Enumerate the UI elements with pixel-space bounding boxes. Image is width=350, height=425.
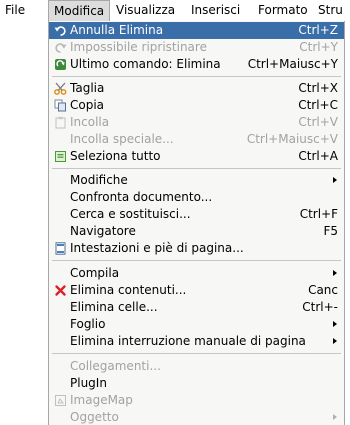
menu-item-shortcut: Ctrl+V: [298, 115, 338, 129]
menu-item-annulla[interactable]: Annulla Elimina Ctrl+Z: [49, 22, 344, 39]
imagemap-icon: [55, 395, 66, 406]
menu-item-label: Cerca e sostituisci...: [70, 207, 191, 221]
menu-item-label: Navigatore: [70, 224, 136, 238]
menu-item-shortcut: Ctrl+F: [299, 207, 338, 221]
menu-item-oggetto[interactable]: Oggetto: [49, 409, 344, 425]
menubar-item-inserisci[interactable]: Inserisci: [186, 0, 245, 21]
menu-separator: [52, 260, 341, 261]
menu-item-ultimo-comando[interactable]: Ultimo comando: Elimina Ctrl+Maiusc+Y: [49, 56, 344, 73]
menu-item-elimina-contenuti[interactable]: Elimina contenuti... Canc: [49, 282, 344, 299]
menu-separator: [52, 353, 341, 354]
submenu-arrow-icon: [333, 414, 337, 420]
menu-item-label: ImageMap: [70, 393, 133, 407]
menu-item-elimina-interruzione[interactable]: Elimina interruzione manuale di pagina: [49, 333, 344, 350]
paste-icon: [55, 116, 66, 129]
header-footer-icon: [55, 242, 66, 255]
redo-icon: [55, 43, 67, 53]
menu-item-label: Seleziona tutto: [70, 149, 161, 163]
submenu-arrow-icon: [333, 177, 337, 183]
menu-item-label: Elimina contenuti...: [70, 283, 187, 297]
menu-item-label: Oggetto: [70, 410, 119, 424]
menu-item-navigatore[interactable]: Navigatore F5: [49, 223, 344, 240]
menu-item-shortcut: Ctrl+A: [298, 149, 338, 163]
menu-item-incolla[interactable]: Incolla Ctrl+V: [49, 114, 344, 131]
menu-item-label: Intestazioni e piè di pagina...: [70, 241, 244, 255]
menu-item-label: PlugIn: [70, 376, 107, 390]
select-all-icon: [55, 151, 66, 162]
submenu-arrow-icon: [333, 321, 337, 327]
menu-item-label: Compila: [70, 266, 120, 280]
menu-item-label: Modifiche: [70, 173, 128, 187]
scissors-icon: [54, 82, 67, 95]
menu-item-seleziona-tutto[interactable]: Seleziona tutto Ctrl+A: [49, 148, 344, 165]
menu-item-label: Collegamenti...: [70, 359, 161, 373]
menubar-item-visualizza[interactable]: Visualizza: [111, 0, 180, 21]
menu-item-elimina-celle[interactable]: Elimina celle... Ctrl+-: [49, 299, 344, 316]
menubar-item-modifica[interactable]: Modifica: [48, 0, 111, 21]
menu-item-label: Incolla: [70, 115, 110, 129]
menu-separator: [52, 76, 341, 77]
menu-item-modifiche[interactable]: Modifiche: [49, 172, 344, 189]
menu-item-shortcut: Ctrl+X: [298, 81, 338, 95]
menu-item-label: Elimina celle...: [70, 300, 158, 314]
menu-item-taglia[interactable]: Taglia Ctrl+X: [49, 80, 344, 97]
menu-item-shortcut: F5: [323, 224, 338, 238]
copy-icon: [54, 99, 66, 112]
menu-item-compila[interactable]: Compila: [49, 265, 344, 282]
menu-item-label: Incolla speciale...: [70, 132, 174, 146]
menu-item-incolla-speciale[interactable]: Incolla speciale... Ctrl+Maiusc+V: [49, 131, 344, 148]
menu-item-cerca-sostituisci[interactable]: Cerca e sostituisci... Ctrl+F: [49, 206, 344, 223]
menu-item-label: Foglio: [70, 317, 106, 331]
menu-item-foglio[interactable]: Foglio: [49, 316, 344, 333]
menu-item-label: Taglia: [70, 81, 105, 95]
menubar: File Modifica Visualizza Inserisci Forma…: [0, 0, 350, 21]
menu-item-label: Copia: [70, 98, 105, 112]
undo-icon: [54, 26, 66, 36]
menu-item-plugin[interactable]: PlugIn: [49, 375, 344, 392]
submenu-arrow-icon: [333, 338, 337, 344]
edit-menu-dropdown: Annulla Elimina Ctrl+Z Impossibile ripri…: [48, 21, 345, 425]
menu-item-collegamenti[interactable]: Collegamenti...: [49, 358, 344, 375]
menu-item-shortcut: Ctrl+Maiusc+V: [246, 132, 338, 146]
menu-separator: [52, 168, 341, 169]
menu-item-imagemap[interactable]: ImageMap: [49, 392, 344, 409]
menu-item-intestazioni[interactable]: Intestazioni e piè di pagina...: [49, 240, 344, 257]
repeat-icon: [55, 59, 66, 70]
menu-item-shortcut: Ctrl+Maiusc+Y: [247, 57, 338, 71]
submenu-arrow-icon: [333, 270, 337, 276]
menu-item-label: Confronta documento...: [70, 190, 213, 204]
menubar-item-formato[interactable]: Formato: [253, 0, 313, 21]
menubar-item-strumenti[interactable]: Stru: [313, 0, 348, 21]
menu-item-shortcut: Canc: [308, 283, 338, 297]
menu-item-label: Impossibile ripristinare: [70, 40, 207, 54]
menu-item-copia[interactable]: Copia Ctrl+C: [49, 97, 344, 114]
menubar-item-file[interactable]: File: [0, 0, 30, 21]
menu-item-shortcut: Ctrl+Z: [298, 23, 338, 37]
menu-item-confronta-documento[interactable]: Confronta documento...: [49, 189, 344, 206]
menu-item-label: Ultimo comando: Elimina: [70, 57, 221, 71]
delete-x-icon: [55, 285, 66, 296]
menu-item-shortcut: Ctrl+-: [302, 300, 338, 314]
menu-item-shortcut: Ctrl+C: [298, 98, 338, 112]
menu-item-shortcut: Ctrl+Y: [299, 40, 338, 54]
menu-item-label: Elimina interruzione manuale di pagina: [70, 334, 306, 348]
menu-item-label: Annulla Elimina: [70, 23, 164, 37]
menu-item-ripristina[interactable]: Impossibile ripristinare Ctrl+Y: [49, 39, 344, 56]
